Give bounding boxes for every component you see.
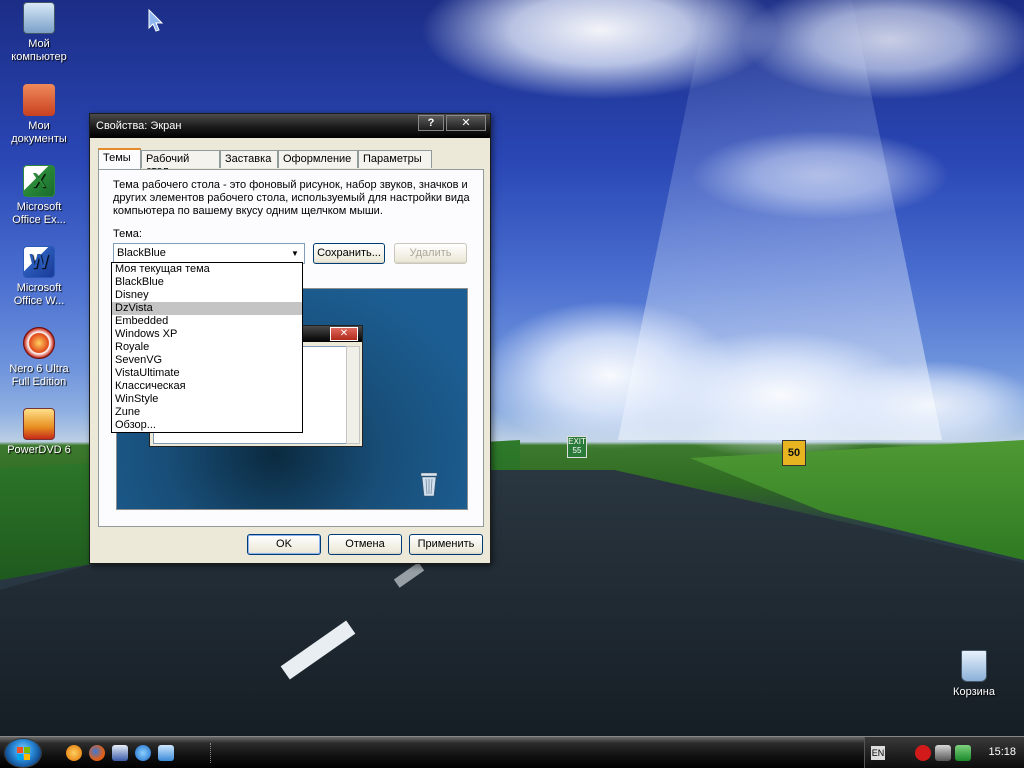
tab-themes[interactable]: Темы: [98, 148, 141, 169]
theme-option[interactable]: SevenVG: [112, 354, 302, 367]
desktop-icon-recycle-bin[interactable]: Корзина: [935, 650, 1013, 699]
icon-label: Мой: [28, 38, 50, 50]
start-button[interactable]: [4, 738, 42, 768]
icon-label: PowerDVD 6: [7, 444, 71, 456]
theme-option[interactable]: Обзор...: [112, 419, 302, 432]
exit-sign-text: EXIT 55: [568, 437, 586, 455]
excel-icon: X: [23, 165, 55, 197]
theme-option[interactable]: Royale: [112, 341, 302, 354]
apply-button[interactable]: Применить: [409, 534, 483, 555]
computer-icon: [23, 2, 55, 34]
icon-label: Корзина: [953, 686, 995, 698]
system-tray: EN 15:18: [864, 737, 1024, 768]
tab-label: Заставка: [225, 153, 272, 165]
firefox-icon[interactable]: [89, 745, 105, 761]
desktop-icon-word[interactable]: W Microsoft Office W...: [0, 246, 78, 308]
icon-label: Мои: [28, 120, 50, 132]
delete-theme-button[interactable]: Удалить: [394, 243, 467, 264]
mouse-cursor-icon: [148, 9, 164, 32]
save-floppy-icon[interactable]: [112, 745, 128, 761]
close-button[interactable]: ✕: [446, 115, 486, 131]
theme-option[interactable]: BlackBlue: [112, 276, 302, 289]
icon-label: документы: [11, 133, 67, 145]
show-desktop-icon[interactable]: [158, 745, 174, 761]
speed-sign-text: 50: [787, 447, 801, 459]
speed-sign: 50: [782, 440, 806, 466]
antivirus-icon[interactable]: [915, 745, 931, 761]
preview-close-icon: ✕: [330, 327, 358, 341]
help-button[interactable]: ?: [418, 115, 444, 131]
preview-scrollbar: [346, 346, 360, 444]
recycle-bin-icon: [420, 472, 438, 497]
icon-label: Office W...: [13, 295, 65, 307]
taskbar-separator: [210, 743, 212, 763]
internet-explorer-icon[interactable]: [135, 745, 151, 761]
icon-label: Microsoft: [16, 201, 62, 213]
theme-option[interactable]: Моя текущая тема: [112, 263, 302, 276]
theme-option[interactable]: Классическая: [112, 380, 302, 393]
recycle-bin-icon: [961, 650, 987, 682]
network-icon[interactable]: [935, 745, 951, 761]
clock[interactable]: 15:18: [988, 746, 1016, 758]
ok-label: OK: [276, 538, 292, 550]
dialog-titlebar[interactable]: Свойства: Экран ? ✕: [90, 114, 490, 138]
desktop-icon-nero[interactable]: Nero 6 Ultra Full Edition: [0, 327, 78, 389]
word-icon: W: [23, 246, 55, 278]
theme-description: Тема рабочего стола - это фоновый рисуно…: [113, 179, 470, 217]
tab-label: Оформление: [283, 153, 352, 165]
taskbar: EN 15:18: [0, 736, 1024, 768]
desktop-icon-my-computer[interactable]: Мой компьютер: [0, 2, 78, 64]
avast-icon[interactable]: [66, 745, 82, 761]
cancel-button[interactable]: Отмена: [328, 534, 402, 555]
desktop-icon-excel[interactable]: X Microsoft Office Ex...: [0, 165, 78, 227]
theme-option[interactable]: Zune: [112, 406, 302, 419]
dialog-title: Свойства: Экран: [96, 120, 182, 132]
theme-option[interactable]: Disney: [112, 289, 302, 302]
icon-label: Office Ex...: [12, 214, 66, 226]
powerdvd-icon: [23, 408, 55, 440]
theme-option[interactable]: Embedded: [112, 315, 302, 328]
theme-option[interactable]: WinStyle: [112, 393, 302, 406]
close-icon: ✕: [461, 117, 471, 129]
save-theme-button[interactable]: Сохранить...: [313, 243, 385, 264]
cloud: [820, 360, 1024, 450]
nero-icon: [23, 327, 55, 359]
theme-label: Тема:: [113, 228, 142, 240]
tab-desktop[interactable]: Рабочий стол: [141, 150, 220, 177]
theme-option-highlighted[interactable]: DzVista: [112, 302, 302, 315]
icon-label: Microsoft: [16, 282, 62, 294]
icon-label: Full Edition: [11, 376, 67, 388]
tab-label: Темы: [103, 152, 131, 164]
exit-sign: EXIT 55: [567, 436, 587, 458]
tab-settings[interactable]: Параметры: [358, 150, 432, 168]
icon-label: Nero 6 Ultra: [9, 363, 69, 375]
theme-dropdown-list: Моя текущая тема BlackBlue Disney DzVist…: [111, 262, 303, 433]
theme-option[interactable]: Windows XP: [112, 328, 302, 341]
ok-button[interactable]: OK: [247, 534, 321, 555]
desktop-icon-my-documents[interactable]: Мои документы: [0, 84, 78, 146]
cancel-label: Отмена: [345, 538, 385, 550]
theme-option[interactable]: VistaUltimate: [112, 367, 302, 380]
theme-select-value: BlackBlue: [117, 247, 166, 259]
language-indicator[interactable]: EN: [871, 746, 885, 760]
safely-remove-icon[interactable]: [955, 745, 971, 761]
desktop-icon-powerdvd[interactable]: PowerDVD 6: [0, 408, 78, 457]
help-icon: ?: [427, 117, 435, 129]
folder-icon: [23, 84, 55, 116]
tab-label: Параметры: [363, 153, 422, 165]
windows-logo-icon: [17, 747, 30, 760]
tab-screensaver[interactable]: Заставка: [220, 150, 278, 168]
theme-select[interactable]: BlackBlue ▼: [113, 243, 305, 264]
apply-label: Применить: [417, 538, 475, 550]
tab-appearance[interactable]: Оформление: [278, 150, 358, 168]
icon-label: компьютер: [11, 51, 67, 63]
save-theme-label: Сохранить...: [317, 247, 381, 259]
delete-theme-label: Удалить: [409, 247, 452, 259]
chevron-down-icon[interactable]: ▼: [288, 246, 302, 261]
